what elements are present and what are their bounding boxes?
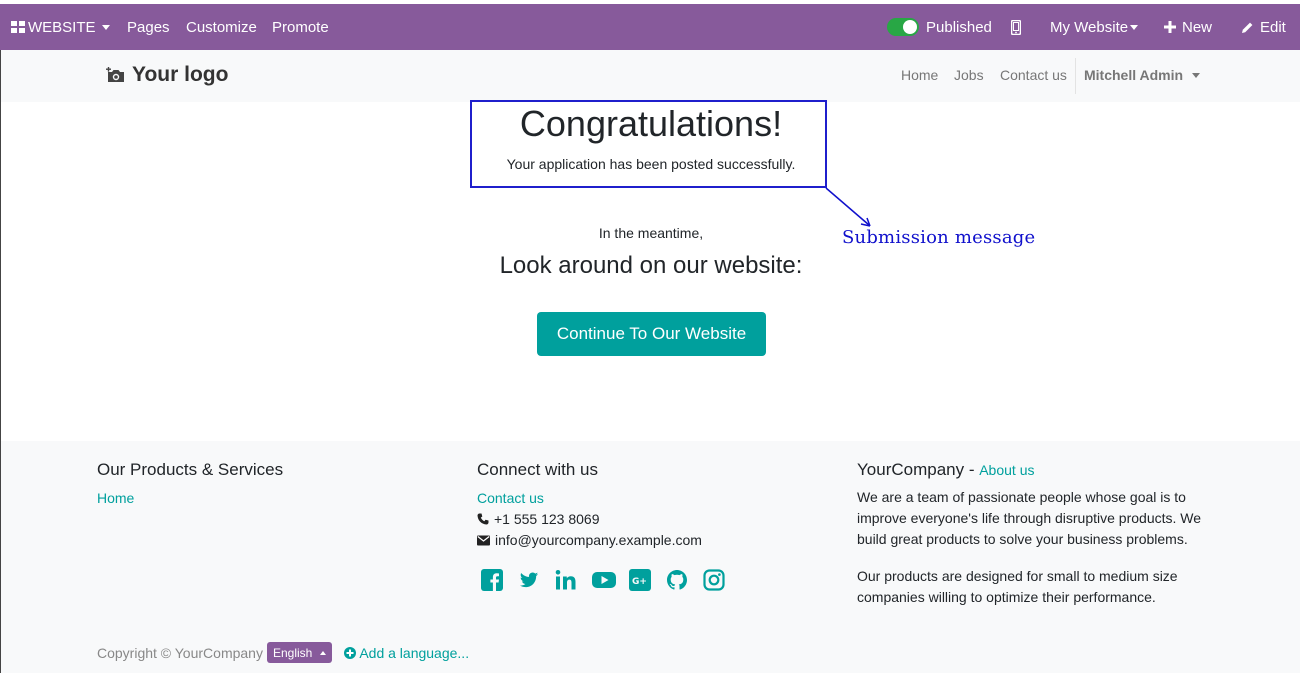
- nav-divider: [1075, 58, 1076, 94]
- phone-line: +1 555 123 8069: [477, 511, 600, 527]
- linkedin-icon[interactable]: [555, 569, 579, 593]
- google-plus-icon[interactable]: G+: [629, 569, 653, 593]
- admin-bar: WEBSITE Pages Customize Promote Publishe…: [0, 0, 1300, 50]
- footer-contact-link[interactable]: Contact us: [477, 490, 544, 506]
- facebook-icon[interactable]: [481, 569, 505, 593]
- continue-to-website-button[interactable]: Continue To Our Website: [537, 312, 766, 356]
- phone-icon: [477, 513, 489, 525]
- svg-text:G+: G+: [632, 577, 647, 587]
- chevron-down-icon: [1192, 72, 1201, 78]
- user-name: Mitchell Admin: [1084, 67, 1184, 83]
- edit-button[interactable]: Edit: [1241, 4, 1286, 50]
- envelope-icon: [477, 535, 490, 545]
- language-selector[interactable]: English: [266, 642, 333, 663]
- edit-label: Edit: [1260, 18, 1286, 36]
- company-products-text: Our products are designed for small to m…: [857, 568, 1178, 605]
- mobile-phone-icon: [1011, 19, 1021, 35]
- language-label: English: [272, 645, 313, 660]
- logo-text: Your logo: [132, 63, 229, 86]
- email-line: info@yourcompany.example.com: [477, 532, 702, 548]
- products-services-title: Our Products & Services: [97, 460, 284, 479]
- camera-icon: [106, 67, 124, 82]
- site-logo[interactable]: Your logo: [106, 63, 228, 87]
- add-language-link[interactable]: Add a language...: [344, 645, 469, 661]
- social-links: G+: [481, 569, 740, 593]
- copyright-text: Copyright © YourCompany: [97, 644, 263, 661]
- company-title-line: YourCompany - About us: [857, 460, 1034, 480]
- title-separator: -: [964, 460, 980, 479]
- success-message: Your application has been posted success…: [506, 156, 796, 172]
- pencil-icon: [1242, 22, 1253, 33]
- github-icon[interactable]: [666, 569, 690, 593]
- instagram-icon[interactable]: [703, 569, 727, 593]
- site-header: Your logo Home Jobs Contact us Mitchell …: [0, 50, 1300, 102]
- about-us-link[interactable]: About us: [979, 462, 1034, 478]
- twitter-icon[interactable]: [518, 569, 542, 593]
- copyright-bar: Copyright © YourCompany English Add a la…: [97, 642, 469, 663]
- company-name: YourCompany: [857, 460, 965, 479]
- pages-menu[interactable]: Pages: [127, 4, 170, 50]
- user-menu[interactable]: Mitchell Admin: [1084, 67, 1201, 83]
- phone-number: +1 555 123 8069: [494, 511, 600, 527]
- meantime-text: In the meantime,: [598, 225, 704, 241]
- footer-home-link[interactable]: Home: [97, 490, 134, 506]
- annotation-arrow-icon: [825, 187, 871, 227]
- my-website-menu[interactable]: My Website: [1050, 4, 1139, 50]
- website-menu-label: WEBSITE: [28, 18, 96, 36]
- new-button[interactable]: New: [1164, 4, 1212, 50]
- promote-menu[interactable]: Promote: [272, 4, 329, 50]
- add-language-label: Add a language...: [359, 644, 470, 661]
- chevron-down-icon: [1130, 24, 1139, 30]
- my-website-label: My Website: [1050, 18, 1129, 36]
- nav-item-jobs[interactable]: Jobs: [954, 67, 984, 83]
- customize-menu[interactable]: Customize: [186, 4, 257, 50]
- site-footer: Our Products & Services Home Connect wit…: [0, 441, 1300, 673]
- published-toggle[interactable]: Published: [887, 4, 992, 50]
- published-label: Published: [926, 18, 992, 36]
- chevron-up-icon: [320, 650, 327, 655]
- new-label: New: [1182, 18, 1213, 36]
- look-around-heading: Look around on our website:: [499, 252, 803, 279]
- nav-item-contact-us[interactable]: Contact us: [1000, 67, 1067, 83]
- plus-circle-icon: [344, 646, 357, 659]
- website-app-menu[interactable]: WEBSITE: [11, 4, 110, 50]
- youtube-icon[interactable]: [592, 569, 616, 593]
- plus-icon: [1164, 21, 1176, 33]
- email-address: info@yourcompany.example.com: [495, 532, 702, 548]
- connect-title: Connect with us: [477, 460, 598, 479]
- apps-grid-icon: [11, 21, 25, 33]
- mobile-preview-button[interactable]: [1011, 4, 1021, 50]
- company-description: We are a team of passionate people whose…: [857, 489, 1202, 547]
- chevron-down-icon: [101, 24, 110, 30]
- main-content: Congratulations! Your application has be…: [0, 100, 1300, 441]
- toggle-switch[interactable]: [887, 18, 919, 36]
- page-title: Congratulations!: [519, 103, 783, 144]
- nav-item-home[interactable]: Home: [901, 67, 938, 83]
